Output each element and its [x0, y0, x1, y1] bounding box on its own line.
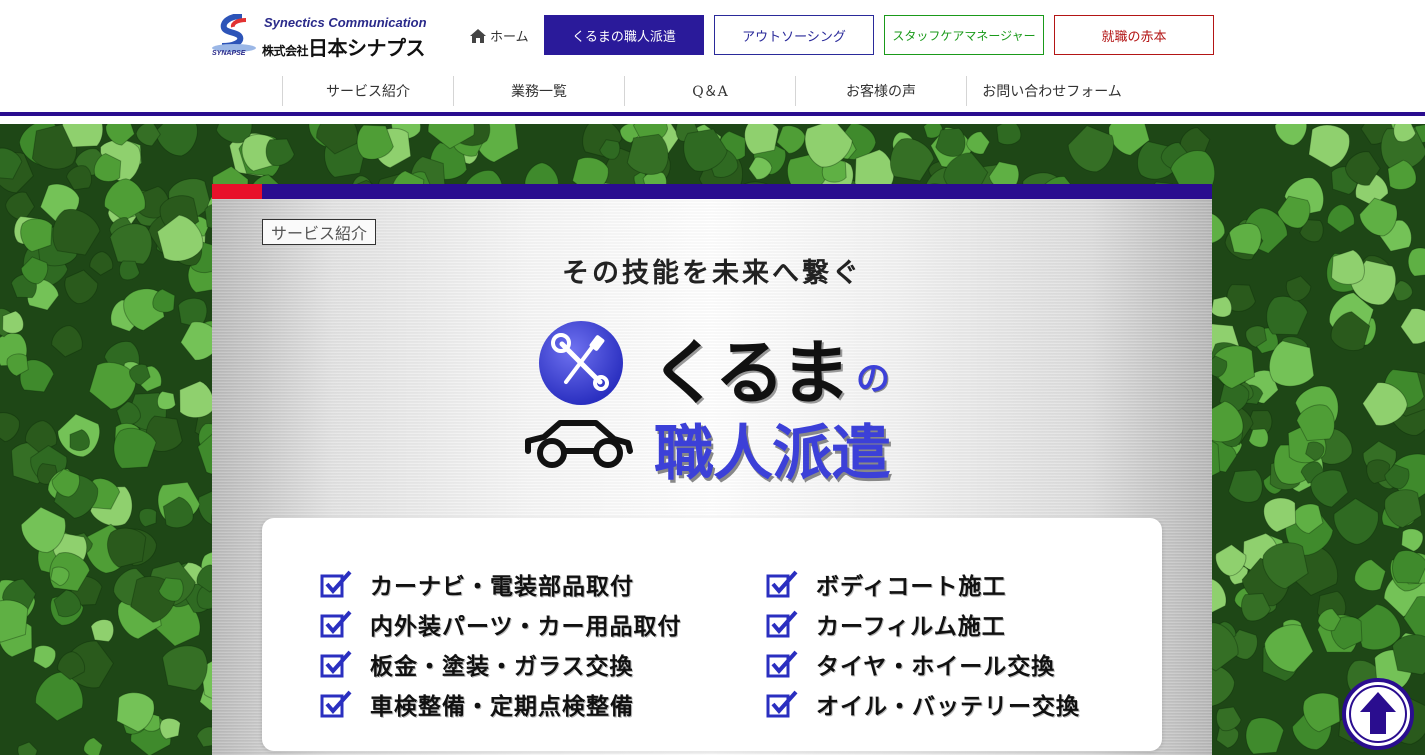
service-label: 車検整備・定期点検整備: [370, 694, 634, 720]
checkbox-icon: [320, 690, 352, 718]
home-link[interactable]: ホーム: [470, 26, 529, 45]
hero-title-shokunin: 職人派遣: [654, 419, 891, 489]
list-item: 板金・塗装・ガラス交換: [320, 644, 682, 684]
logo-english: Synectics Communication: [264, 15, 427, 30]
hero-title-no: の: [856, 359, 890, 399]
list-item: カーナビ・電装部品取付: [320, 564, 682, 604]
tagline: その技能を未来へ繋ぐ: [562, 258, 862, 289]
arrow-up-icon: [1342, 678, 1414, 750]
kuruma-dispatch-button[interactable]: くるまの職人派遣: [544, 15, 704, 55]
services-left-column: カーナビ・電装部品取付 内外装パーツ・カー用品取付 板金・塗装・ガラス交換 車検…: [320, 564, 682, 724]
checkbox-icon: [766, 610, 798, 638]
nav-item-contact[interactable]: お問い合わせフォーム: [966, 76, 1137, 106]
checkbox-icon: [766, 570, 798, 598]
services-right-column: ボディコート施工 カーフィルム施工 タイヤ・ホイール交換 オイル・バッテリー交換: [766, 564, 1080, 724]
nav-item-services[interactable]: サービス紹介: [282, 76, 453, 106]
checkbox-icon: [766, 650, 798, 678]
home-icon: [470, 28, 486, 43]
car-icon: [525, 420, 633, 468]
checkbox-icon: [320, 650, 352, 678]
service-label: カーフィルム施工: [816, 614, 1006, 640]
nav-item-qa[interactable]: Q＆A: [624, 76, 795, 106]
hero-title-kuruma: くるま: [650, 332, 851, 414]
checkbox-icon: [766, 690, 798, 718]
list-item: 車検整備・定期点検整備: [320, 684, 682, 724]
list-item: タイヤ・ホイール交換: [766, 644, 1080, 684]
service-label: 内外装パーツ・カー用品取付: [370, 614, 682, 640]
site-header: Synectics Communication 株式会社日本シナプス SYNAP…: [0, 0, 1425, 112]
scroll-to-top-button[interactable]: [1342, 678, 1414, 750]
logo-sub: SYNAPSE: [212, 50, 246, 57]
list-item: 内外装パーツ・カー用品取付: [320, 604, 682, 644]
wrench-screwdriver-icon: [539, 321, 623, 405]
staff-care-manager-button[interactable]: スタッフケアマネージャー: [884, 15, 1044, 55]
checkbox-icon: [320, 610, 352, 638]
checkbox-icon: [320, 570, 352, 598]
service-label: ボディコート施工: [816, 574, 1007, 600]
main-nav: サービス紹介 業務一覧 Q＆A お客様の声 お問い合わせフォーム: [282, 76, 1137, 106]
service-card: サービス紹介 その技能を未来へ繋ぐ くるま の 職人派遣 カーナビ・電装部品取付…: [212, 199, 1212, 755]
service-label: カーナビ・電装部品取付: [370, 574, 634, 600]
list-item: ボディコート施工: [766, 564, 1080, 604]
outsourcing-button[interactable]: アウトソーシング: [714, 15, 874, 55]
service-label: オイル・バッテリー交換: [816, 694, 1080, 720]
list-item: カーフィルム施工: [766, 604, 1080, 644]
site-logo[interactable]: Synectics Communication 株式会社日本シナプス SYNAP…: [212, 14, 442, 60]
service-label: タイヤ・ホイール交換: [816, 654, 1056, 680]
home-label: ホーム: [490, 30, 529, 45]
nav-item-business-list[interactable]: 業務一覧: [453, 76, 624, 106]
logo-japanese: 株式会社日本シナプス: [262, 36, 426, 60]
card-top-accent: [212, 184, 262, 199]
service-label: 板金・塗装・ガラス交換: [370, 654, 634, 680]
job-red-book-button[interactable]: 就職の赤本: [1054, 15, 1214, 55]
section-tag: サービス紹介: [262, 219, 377, 245]
header-gap: [0, 116, 1425, 124]
list-item: オイル・バッテリー交換: [766, 684, 1080, 724]
hero-logo: くるま の 職人派遣: [522, 317, 922, 489]
card-top-bar: [212, 184, 1212, 199]
nav-item-voices[interactable]: お客様の声: [795, 76, 966, 106]
services-list-box: カーナビ・電装部品取付 内外装パーツ・カー用品取付 板金・塗装・ガラス交換 車検…: [262, 518, 1162, 751]
